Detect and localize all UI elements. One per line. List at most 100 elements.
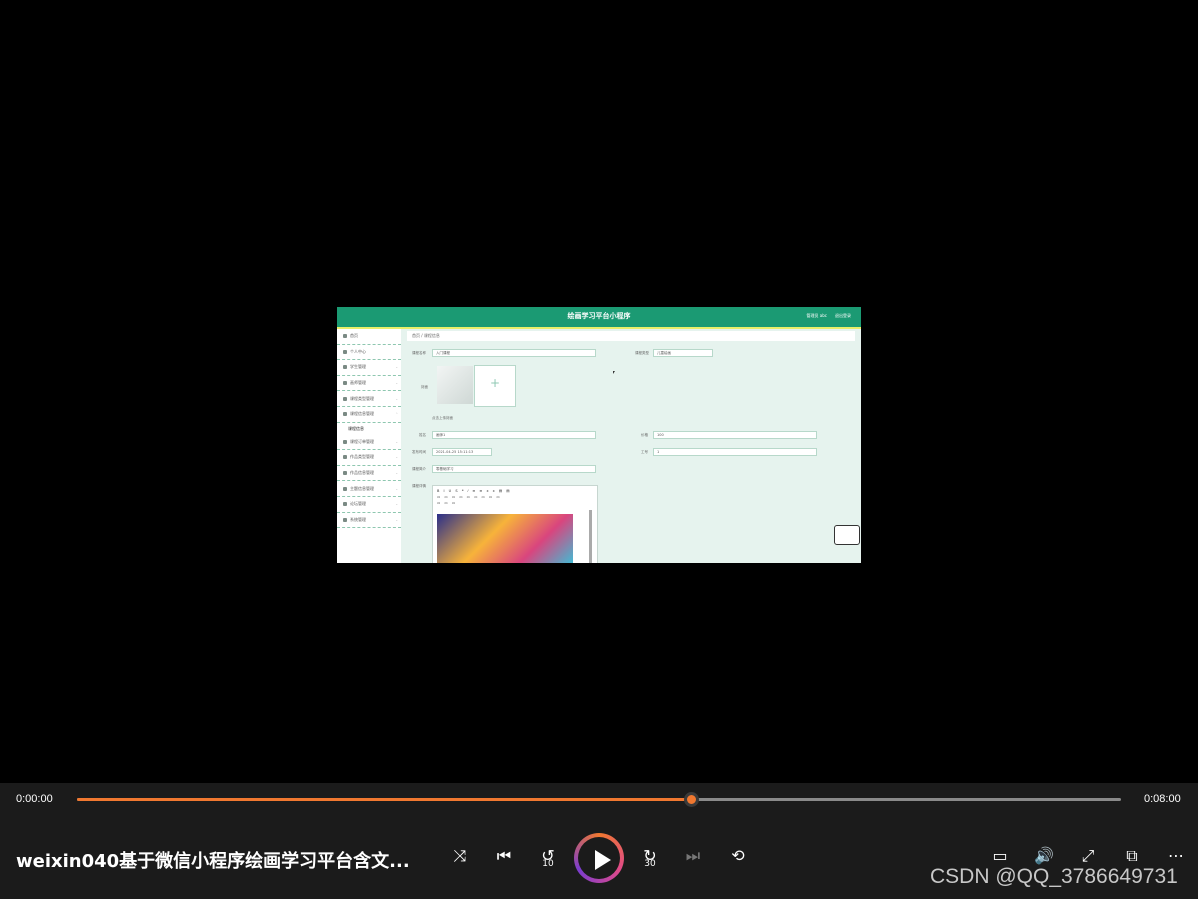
- gear-icon: [343, 517, 347, 522]
- play-button[interactable]: [574, 833, 624, 883]
- course-type-label: 课程类型: [635, 351, 649, 355]
- editor-toolbar-row2: ▭ ▭ ▭ ▭ ▭ ▭ ▭ ▭ ▭: [437, 495, 502, 499]
- sidebar-item-profile: 个人中心: [337, 345, 401, 361]
- chevron-down-icon: ⌄: [395, 439, 398, 444]
- list-icon: [343, 365, 347, 370]
- sidebar-item-course-types: 课程类型管理 ⌄: [337, 391, 401, 407]
- person-icon: [343, 455, 347, 460]
- video-frame: 绘画学习平台小程序 管理员 abc 退出登录 首页 个人中心 学生管理 ⌄ 画师管…: [337, 307, 861, 563]
- breadcrumb: 首页 / 课程信息: [407, 331, 855, 341]
- sidebar-item-label: 课程信息管理: [350, 411, 374, 417]
- app-main: 首页 / 课程信息 课程名称 入门课程 课程类型 儿童绘画 封面 + 点击上传封…: [407, 329, 861, 563]
- video-stage[interactable]: 绘画学习平台小程序 管理员 abc 退出登录 首页 个人中心 学生管理 ⌄ 画师管…: [0, 0, 1198, 783]
- repeat-off-icon: ⟲: [731, 846, 745, 865]
- chat-icon: [343, 486, 347, 491]
- sidebar-item-label: 课程类型管理: [350, 395, 374, 401]
- brief-field: 零基础学习: [432, 465, 596, 473]
- circle-icon: [343, 471, 347, 476]
- sidebar-item-label: 作品类型管理: [350, 454, 374, 460]
- sidebar-item-label: 个人中心: [350, 348, 366, 354]
- sidebar-item-label: 论坛管理: [350, 501, 366, 507]
- skip-previous-icon: ⏮: [496, 846, 512, 865]
- price-field: 100: [653, 431, 817, 439]
- seek-bar-progress: [77, 798, 691, 801]
- play-icon: [595, 850, 611, 870]
- editor-toolbar: B I U S ❝ ⁄ ≡ ≡ x x ▤ ▤: [437, 489, 512, 493]
- forward-button[interactable]: ↻ 30: [639, 845, 661, 869]
- seek-bar[interactable]: [77, 792, 1121, 807]
- rewind-button[interactable]: ↺ 10: [537, 845, 559, 869]
- more-icon: ⋯: [1168, 846, 1184, 865]
- fullscreen-button[interactable]: ⤢: [1077, 845, 1099, 867]
- sidebar-item-home: 首页: [337, 329, 401, 345]
- repeat-button[interactable]: ⟲: [727, 845, 749, 867]
- book-icon: [343, 396, 347, 401]
- artwork-image: [437, 514, 573, 563]
- chevron-down-icon: ⌄: [395, 517, 398, 522]
- course-name-field: 入门课程: [432, 349, 596, 357]
- sidebar-item-label: 系统管理: [350, 516, 366, 522]
- play-button-inner: [578, 837, 620, 879]
- duration: 0:08:00: [1144, 793, 1181, 805]
- sidebar-item-courses: 课程信息管理 ⌃: [337, 407, 401, 423]
- sidebar-item-work-types: 作品类型管理 ⌄: [337, 450, 401, 466]
- next-button[interactable]: ⏭: [682, 845, 704, 867]
- cover-label: 封面: [421, 385, 428, 389]
- course-type-select: 儿童绘画: [653, 349, 713, 357]
- user-icon: [343, 349, 347, 354]
- sidebar-item-system: 系统管理 ⌄: [337, 513, 401, 529]
- mouse-cursor-icon: [613, 371, 615, 374]
- time-label: 发布时间: [412, 450, 426, 454]
- sidebar-item-works: 作品信息管理 ⌄: [337, 466, 401, 482]
- chevron-down-icon: ⌄: [395, 455, 398, 460]
- fullscreen-icon: ⤢: [1081, 846, 1095, 865]
- sidebar-subitem-course-info: 课程信息: [348, 425, 364, 431]
- editor-scrollbar: [589, 510, 592, 563]
- more-options-button[interactable]: ⋯: [1165, 845, 1187, 867]
- miniplayer-icon: ⧉: [1126, 846, 1138, 865]
- number-field: 1: [653, 448, 817, 456]
- sidebar-item-orders: 课程订单管理 ⌄: [337, 435, 401, 451]
- chevron-up-icon: ⌃: [395, 412, 398, 417]
- upload-button: +: [474, 365, 516, 407]
- forward-seconds: 30: [644, 859, 656, 869]
- captions-button[interactable]: ▭: [989, 845, 1011, 867]
- circle-icon: [343, 502, 347, 507]
- sidebar-item-painters: 画师管理 ⌄: [337, 376, 401, 392]
- app-header: 绘画学习平台小程序 管理员 abc 退出登录: [337, 307, 861, 329]
- editor-toolbar-row3: ▭ ▭ ▭: [437, 501, 457, 505]
- app-user: 管理员 abc: [806, 313, 827, 318]
- circle-icon: [343, 412, 347, 417]
- chevron-down-icon: ⌄: [395, 486, 398, 491]
- chevron-down-icon: ⌄: [395, 502, 398, 507]
- sidebar-item-label: 首页: [350, 333, 358, 339]
- previous-button[interactable]: ⏮: [493, 845, 515, 867]
- chevron-down-icon: ⌄: [395, 381, 398, 386]
- home-icon: [343, 334, 347, 339]
- shuffle-button[interactable]: ⤨: [449, 845, 471, 867]
- grid-icon: [343, 381, 347, 386]
- sidebar-item-topics: 主题信息管理 ⌄: [337, 481, 401, 497]
- chevron-down-icon: ⌄: [395, 471, 398, 476]
- number-label: 工号: [641, 450, 648, 454]
- volume-button[interactable]: 🔊: [1033, 845, 1055, 867]
- sidebar-item-label: 课程订单管理: [350, 438, 374, 444]
- app-sidebar: 首页 个人中心 学生管理 ⌄ 画师管理 ⌄ 课程类型管理 ⌄ 课程信息管理 ⌃ 课程信息…: [337, 329, 401, 563]
- seek-bar-handle[interactable]: [683, 792, 699, 807]
- upload-hint: 点击上传封面: [432, 416, 453, 420]
- miniplayer-button[interactable]: ⧉: [1121, 845, 1143, 867]
- app-title: 绘画学习平台小程序: [567, 312, 631, 320]
- sidebar-item-label: 学生管理: [350, 364, 366, 370]
- shuffle-icon: ⤨: [453, 846, 467, 865]
- sidebar-item-students: 学生管理 ⌄: [337, 360, 401, 376]
- name-field: 画师1: [432, 431, 596, 439]
- price-label: 价格: [641, 433, 648, 437]
- captions-icon: ▭: [992, 846, 1008, 865]
- chevron-down-icon: ⌄: [395, 396, 398, 401]
- rewind-seconds: 10: [542, 859, 554, 869]
- watermark: CSDN @QQ_3786649731: [930, 865, 1178, 888]
- name-label: 姓名: [419, 433, 426, 437]
- cover-thumbnail: [437, 366, 473, 404]
- current-time: 0:00:00: [16, 793, 53, 805]
- chevron-down-icon: ⌄: [395, 365, 398, 370]
